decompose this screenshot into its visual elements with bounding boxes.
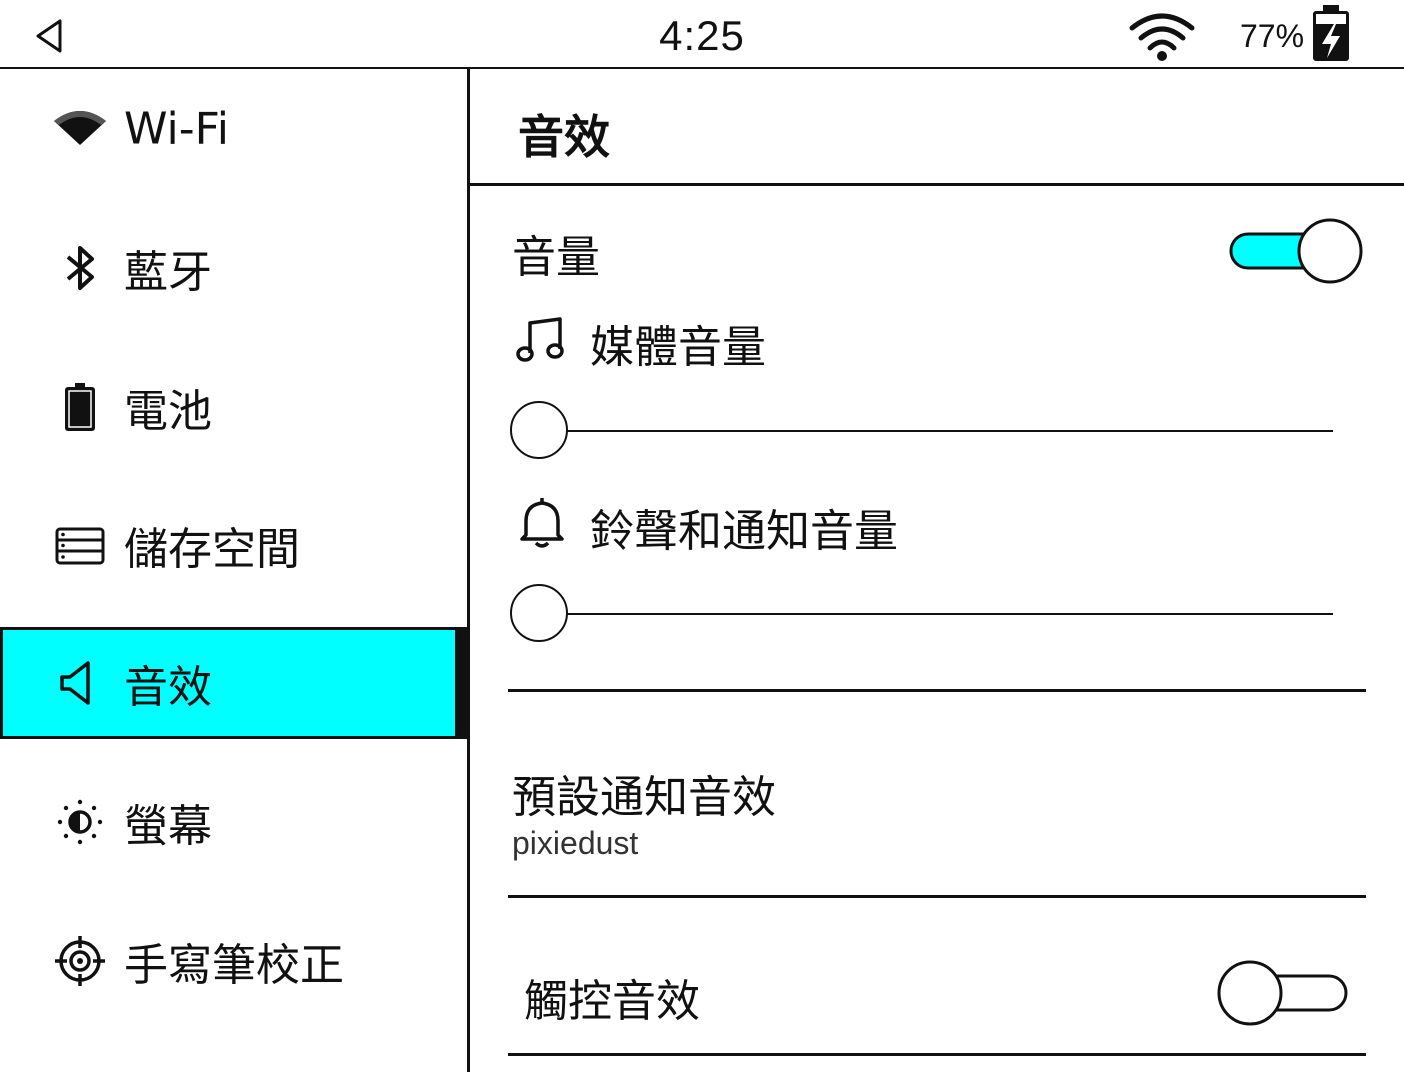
touch-sounds-label: 觸控音效 [524,976,700,1027]
sidebar-item-label: 藍牙 [124,247,212,298]
sidebar-item-label: 螢幕 [124,801,212,852]
sidebar-item-label: 電池 [124,386,212,437]
sidebar-item-sound[interactable]: 音效 [0,627,467,739]
sidebar-item-label: 音效 [124,662,212,713]
status-bar: 4:25 77% [0,0,1404,69]
media-volume-slider[interactable] [510,401,1335,461]
sidebar-item-wifi[interactable]: Wi-Fi [0,74,467,184]
settings-screen: 4:25 77% Wi-Fi 藍牙 電池 儲存空間 音效 螢幕 手寫筆校正 音效… [0,0,1404,1072]
slider-thumb[interactable] [510,401,568,459]
sidebar-item-label: Wi-Fi [124,103,229,155]
slider-thumb[interactable] [510,584,568,642]
sidebar-item-storage[interactable]: 儲存空間 [0,490,467,600]
volume-toggle[interactable] [1228,217,1364,287]
sound-settings-panel: 音效 音量 媒體音量 鈴聲和通知音量 預設通知音效 pixiedust 觸控音效 [470,69,1404,1072]
wifi-icon [1129,13,1195,61]
settings-sidebar: Wi-Fi 藍牙 電池 儲存空間 音效 螢幕 手寫筆校正 [0,69,470,1072]
sidebar-item-display[interactable]: 螢幕 [0,767,467,877]
section-divider [508,895,1366,898]
sidebar-item-pen-calibration[interactable]: 手寫筆校正 [0,906,467,1016]
slider-track [538,430,1333,432]
battery-icon [65,383,95,431]
slider-track [538,613,1333,615]
section-divider [508,689,1366,692]
crosshair-icon [55,936,105,986]
volume-label: 音量 [512,232,600,283]
wifi-icon [54,111,106,145]
sidebar-item-bluetooth[interactable]: 藍牙 [0,213,467,323]
battery-percentage: 77% [1240,18,1305,54]
speaker-icon [60,661,90,705]
bell-icon [520,498,564,548]
sidebar-item-label: 儲存空間 [124,524,300,575]
brightness-icon [57,799,103,845]
media-volume-label: 媒體音量 [590,322,766,373]
page-title: 音效 [518,110,610,164]
touch-sounds-toggle[interactable] [1216,959,1352,1029]
music-note-icon [516,317,564,362]
bluetooth-icon [66,246,94,290]
section-divider [508,1053,1366,1056]
battery-charging-icon [1313,5,1349,61]
storage-icon [55,527,105,565]
title-divider [470,183,1404,186]
default-notification-label: 預設通知音效 [512,772,776,823]
sidebar-item-battery[interactable]: 電池 [0,352,467,462]
ring-volume-label: 鈴聲和通知音量 [590,506,898,557]
ring-volume-slider[interactable] [510,584,1335,644]
default-notification-value: pixiedust [512,825,639,861]
sidebar-item-label: 手寫筆校正 [124,940,344,991]
